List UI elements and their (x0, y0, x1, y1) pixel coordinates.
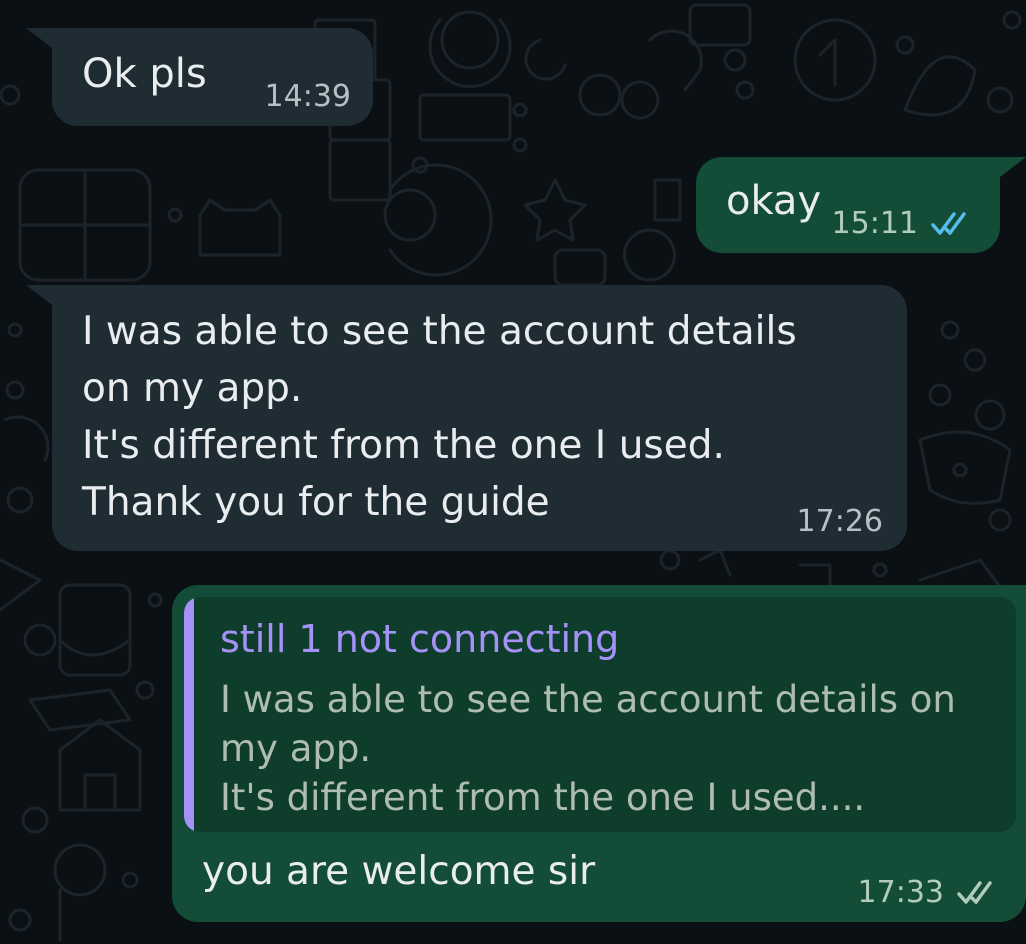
double-check-icon (957, 880, 992, 904)
message-meta: 17:33 (858, 875, 1000, 910)
quote-text: I was able to see the account details on… (220, 678, 956, 819)
message-meta: 17:26 (797, 504, 883, 539)
message-text: Ok pls (82, 51, 207, 97)
message-meta: 15:11 (832, 206, 974, 241)
message-time: 17:26 (796, 504, 883, 539)
message-time: 14:39 (264, 79, 351, 114)
chat-background: Ok pls 14:39 okay 15:11 I was able to se… (0, 0, 1026, 944)
bubble-tail (26, 285, 52, 305)
message-bubble-outgoing[interactable]: still 1 not connecting I was able to see… (172, 585, 1026, 922)
quote-author: still 1 not connecting (220, 617, 620, 661)
message-text: okay (726, 178, 822, 224)
message-bubble-outgoing[interactable]: okay 15:11 (696, 157, 1026, 253)
bubble-tail (1000, 157, 1026, 177)
message-time: 15:11 (831, 206, 918, 241)
message-meta: 14:39 (265, 79, 351, 114)
quote-accent-bar (184, 597, 194, 832)
double-check-icon (931, 211, 966, 235)
bubble-tail (26, 28, 52, 48)
message-bubble-incoming[interactable]: Ok pls 14:39 (26, 28, 373, 126)
message-text: you are welcome sir (202, 849, 596, 894)
message-text: I was able to see the account details on… (82, 309, 797, 525)
message-time: 17:33 (857, 875, 944, 910)
message-bubble-incoming[interactable]: I was able to see the account details on… (26, 285, 907, 551)
quoted-message[interactable]: still 1 not connecting I was able to see… (184, 597, 1016, 832)
